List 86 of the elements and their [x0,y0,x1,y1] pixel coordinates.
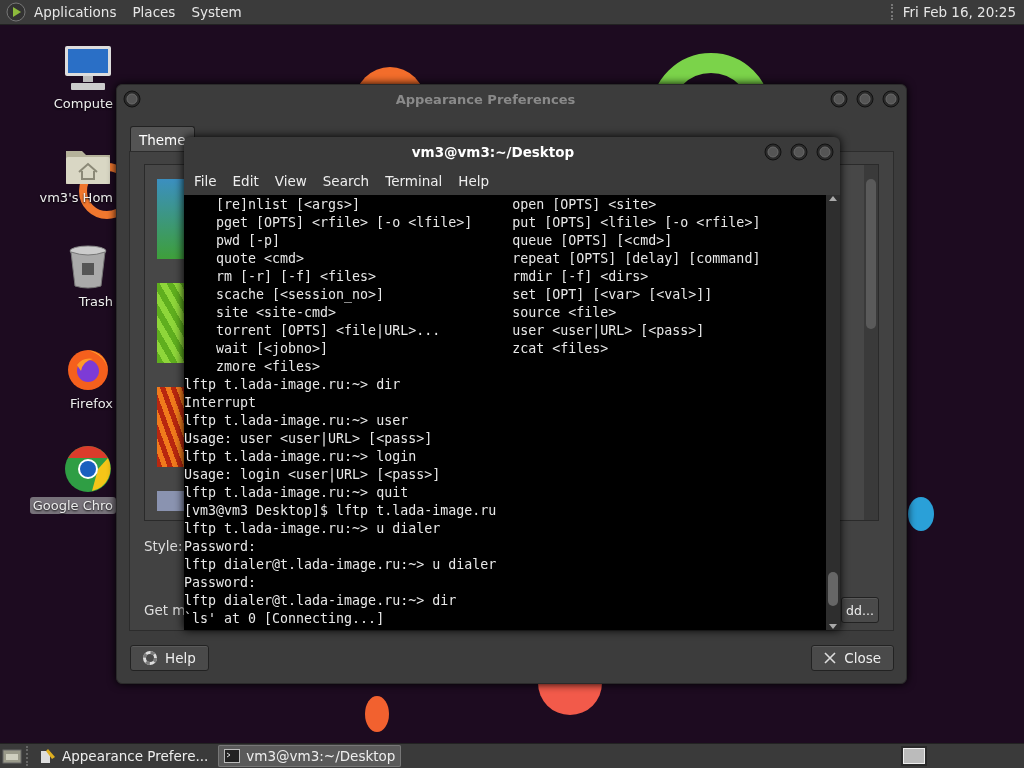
terminal-line: [vm3@vm3 Desktop]$ lftp t.lada-image.ru [184,502,497,520]
terminal-line: [re]nlist [<args>] [216,197,361,212]
terminal-line: lftp t.lada-image.ru:~> login [184,448,417,466]
desktop-icon-label[interactable]: Compute [50,95,116,112]
close-button[interactable] [816,143,834,161]
menu-item[interactable]: Terminal [377,173,451,189]
terminal-line: source <file> [512,304,617,322]
scrollbar[interactable] [864,165,878,520]
terminal-line: zmore <files> [216,359,321,374]
terminal-line: site <site-cmd> [216,305,337,320]
terminal-line: Password: [184,574,257,592]
show-desktop-icon[interactable] [2,747,22,765]
terminal-line: repeat [OPTS] [delay] [command] [512,250,761,268]
terminal-line: wait [<jobno>] [216,341,329,356]
terminal-line: put [OPTS] <lfile> [-o <rfile>] [512,214,761,232]
clock[interactable]: Fri Feb 16, 20:25 [890,4,1018,20]
maximize-button[interactable] [790,143,808,161]
trash-icon[interactable] [68,245,108,289]
menu-item[interactable]: Help [450,173,498,189]
terminal-icon [224,749,241,763]
help-icon [143,651,157,665]
computer-icon[interactable] [63,45,113,91]
maximize-button[interactable] [856,90,874,108]
terminal-line: torrent [OPTS] <file|URL>... [216,323,441,338]
wallpaper-oval [364,695,390,733]
close-button[interactable]: Close [811,645,894,671]
terminal-line: Password: [184,538,257,556]
terminal-line: Interrupt [184,394,257,412]
minimize-button[interactable] [830,90,848,108]
window-title: Appearance Preferences [394,91,577,107]
wallpaper-oval [907,496,935,532]
terminal-line: queue [OPTS] [<cmd>] [512,232,673,250]
scrollbar-thumb[interactable] [828,572,838,606]
panel-menu[interactable]: System [183,4,250,20]
terminal-line: open [OPTS] <site> [512,196,657,214]
menu-item[interactable]: Search [314,173,378,189]
panel-menu[interactable]: Places [124,4,184,20]
terminal-line: Usage: login <user|URL> [<pass>] [184,466,441,484]
scrollbar-thumb[interactable] [866,179,876,329]
theme-thumbnail[interactable] [157,283,185,363]
taskbar-item[interactable]: vm3@vm3:~/Desktop [218,745,402,767]
terminal-line: Usage: user <user|URL> [<pass>] [184,430,433,448]
menu-item[interactable]: View [266,173,315,189]
add-button[interactable]: dd... [841,597,879,623]
window-menu-button[interactable] [123,90,141,108]
terminal-line: lftp t.lada-image.ru:~> dir [184,376,401,394]
close-icon [824,652,837,664]
terminal-line: user <user|URL> [<pass>] [512,322,705,340]
terminal-line: lftp t.lada-image.ru:~> quit [184,484,409,502]
scroll-down-icon[interactable] [829,624,837,630]
get-more-label: Get m [144,602,186,618]
theme-thumbnail[interactable] [157,491,185,511]
terminal-line: pget [OPTS] <rfile> [-o <lfile>] [216,215,473,230]
menu-item[interactable]: File [186,173,225,189]
minimize-button[interactable] [764,143,782,161]
terminal-line: lftp t.lada-image.ru:~> u dialer [184,520,441,538]
terminal-line: zcat <files> [512,340,609,358]
terminal-line: pwd [-p] [216,233,281,248]
desktop-icon-label[interactable]: Firefox [66,395,116,412]
scroll-up-icon[interactable] [829,195,837,201]
tab[interactable]: Theme [130,126,195,152]
chrome-icon[interactable] [64,445,112,493]
desktop-icon-label[interactable]: Google Chro [29,497,116,514]
theme-thumbnail[interactable] [157,179,185,259]
menu-item[interactable]: Edit [224,173,267,189]
panel-menu[interactable]: Applications [26,4,125,20]
desktop-icon-label[interactable]: Trash [75,293,116,310]
terminal-line: rm [-r] [-f] <files> [216,269,377,284]
window-title: vm3@vm3:~/Desktop [410,144,576,160]
paintbrush-icon [40,748,56,764]
terminal-line: `ls' at 0 [Connecting...] [184,610,385,628]
taskbar-item[interactable]: Appearance Prefere... [34,745,215,767]
terminal-line: lftp dialer@t.lada-image.ru:~> dir [184,592,457,610]
terminal-line: quote <cmd> [216,251,305,266]
close-button[interactable] [882,90,900,108]
theme-thumbnail[interactable] [157,387,185,467]
help-button[interactable]: Help [130,645,209,671]
terminal-line: lftp dialer@t.lada-image.ru:~> u dialer [184,556,497,574]
menu-logo-icon[interactable] [6,2,26,22]
terminal-line: lftp t.lada-image.ru:~> user [184,412,409,430]
scrollbar[interactable] [826,195,840,630]
terminal-line: set [OPT] [<var> [<val>]] [512,286,713,304]
terminal-line: rmdir [-f] <dirs> [512,268,649,286]
terminal-line: scache [<session_no>] [216,287,385,302]
workspace-switcher[interactable] [901,746,927,766]
style-label: Style: [144,538,183,554]
